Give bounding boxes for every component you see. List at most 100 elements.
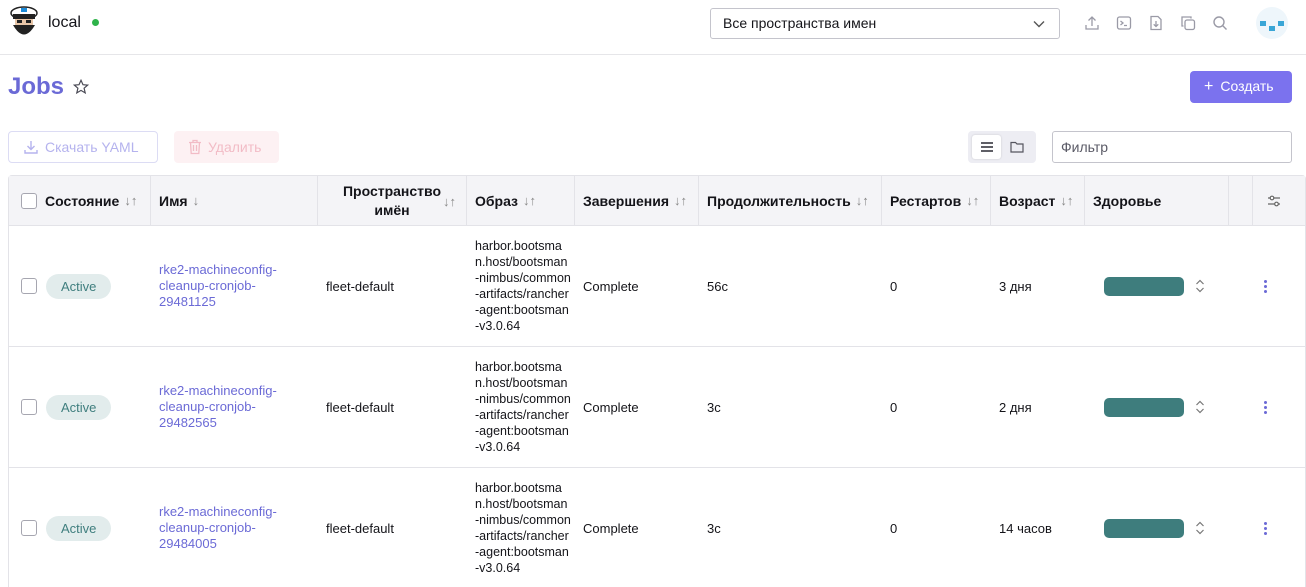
download-icon [24, 141, 38, 154]
job-name-link[interactable]: rke2-machineconfig-cleanup-cronjob- 29484… [159, 504, 277, 552]
expand-chevron-icon[interactable] [1195, 468, 1205, 587]
download-file-icon[interactable] [1148, 15, 1164, 31]
row-restarts: 0 [890, 399, 898, 415]
row-health-cell [1104, 347, 1184, 467]
kebab-menu-icon[interactable] [1264, 520, 1268, 537]
kebab-menu-icon[interactable] [1264, 278, 1268, 295]
row-namespace: fleet-default [326, 278, 394, 294]
upload-icon[interactable] [1084, 15, 1100, 31]
column-restarts[interactable]: Рестартов ↓↑ [881, 176, 990, 225]
row-restarts: 0 [890, 278, 898, 294]
column-namespace-label-2: имён [374, 201, 410, 218]
captain-logo-icon[interactable] [8, 4, 40, 42]
column-name[interactable]: Имя ↓ [150, 176, 317, 225]
column-settings-icon[interactable] [1267, 194, 1281, 208]
user-avatar[interactable] [1256, 7, 1288, 39]
row-image-cell: harbor.bootsman.host/bootsman-nimbus/com… [475, 468, 571, 587]
search-icon[interactable] [1212, 15, 1228, 31]
row-duration: 56с [707, 278, 728, 294]
sort-icon: ↓↑ [523, 193, 537, 208]
row-image-cell: harbor.bootsman.host/bootsman-nimbus/com… [475, 347, 571, 467]
favorite-star-icon[interactable] [73, 79, 89, 95]
status-badge: Active [46, 394, 112, 420]
download-yaml-button[interactable]: Скачать YAML [8, 131, 158, 163]
column-settings[interactable] [1252, 176, 1306, 225]
job-name-link[interactable]: rke2-machineconfig-cleanup-cronjob- 29482… [159, 383, 277, 431]
create-button[interactable]: + Создать [1190, 71, 1292, 103]
column-name-label: Имя [159, 192, 188, 209]
row-age: 2 дня [999, 399, 1032, 415]
namespace-select-value: Все пространства имен [723, 15, 877, 31]
list-view-button[interactable] [972, 135, 1001, 159]
sort-icon: ↓↑ [443, 194, 456, 209]
column-age-label: Возраст [999, 192, 1056, 209]
sort-icon: ↓↑ [966, 193, 980, 208]
sort-icon: ↓↑ [124, 193, 138, 208]
row-age: 3 дня [999, 278, 1032, 294]
jobs-table: Состояние ↓↑ Имя ↓ Пространство имён ↓↑ Об… [8, 175, 1306, 587]
row-actions-menu[interactable] [1264, 347, 1268, 467]
trash-icon [189, 139, 201, 155]
column-health-label: Здоровье [1093, 192, 1162, 209]
sort-icon: ↓↑ [855, 193, 869, 208]
row-select-checkbox[interactable] [21, 468, 37, 587]
column-image[interactable]: Образ ↓↑ [466, 176, 574, 225]
sort-icon: ↓↑ [674, 193, 688, 208]
copy-icon[interactable] [1180, 15, 1196, 31]
expand-chevron-icon[interactable] [1195, 347, 1205, 467]
status-badge: Active [46, 515, 112, 541]
list-icon [981, 142, 993, 152]
table-body: Active rke2-machineconfig-cleanup-cronjo… [9, 226, 1305, 587]
status-badge: Active [46, 273, 112, 299]
row-health-cell [1104, 468, 1184, 587]
row-select-checkbox[interactable] [21, 347, 37, 467]
row-actions-menu[interactable] [1264, 468, 1268, 587]
column-image-label: Образ [475, 192, 519, 209]
column-duration-label: Продолжительность [707, 192, 851, 209]
row-duration: 3с [707, 399, 721, 415]
chevron-down-icon [1033, 21, 1045, 28]
cluster-status-dot [92, 19, 99, 26]
column-completions[interactable]: Завершения ↓↑ [574, 176, 698, 225]
health-bar [1104, 397, 1184, 417]
column-restarts-label: Рестартов [890, 192, 962, 209]
column-state-label: Состояние [45, 192, 120, 209]
plus-icon: + [1204, 78, 1214, 95]
group-view-button[interactable] [1003, 135, 1032, 159]
row-restarts: 0 [890, 520, 898, 536]
select-all-checkbox[interactable] [21, 192, 37, 209]
column-namespace[interactable]: Пространство имён ↓↑ [317, 176, 466, 225]
delete-button[interactable]: Удалить [174, 131, 279, 163]
table-row: Active rke2-machineconfig-cleanup-cronjo… [9, 347, 1305, 468]
filter-input[interactable] [1052, 131, 1292, 163]
terminal-icon[interactable] [1116, 15, 1132, 31]
row-image-cell: harbor.bootsman.host/bootsman-nimbus/com… [475, 226, 571, 346]
table-row: Active rke2-machineconfig-cleanup-cronjo… [9, 468, 1305, 587]
row-image: harbor.bootsman.host/bootsman-nimbus/com… [475, 239, 571, 333]
row-completions: Complete [583, 399, 639, 415]
row-name-cell: rke2-machineconfig-cleanup-cronjob- 29484… [159, 468, 309, 587]
row-age: 14 часов [999, 520, 1052, 536]
top-header: local Все пространства имен [0, 0, 1306, 55]
health-bar [1104, 276, 1184, 296]
cluster-name: local [48, 14, 81, 31]
row-state-cell: Active [46, 347, 112, 467]
folder-icon [1010, 141, 1024, 153]
sort-down-icon: ↓ [192, 193, 200, 208]
expand-chevron-icon[interactable] [1195, 226, 1205, 346]
row-actions-menu[interactable] [1264, 226, 1268, 346]
row-duration: 3с [707, 520, 721, 536]
delete-label: Удалить [208, 139, 262, 155]
row-select-checkbox[interactable] [21, 226, 37, 346]
view-toggle [968, 131, 1036, 163]
kebab-menu-icon[interactable] [1264, 399, 1268, 416]
table-row: Active rke2-machineconfig-cleanup-cronjo… [9, 226, 1305, 347]
namespace-select[interactable]: Все пространства имен [710, 8, 1060, 39]
column-age[interactable]: Возраст ↓↑ [990, 176, 1084, 225]
job-name-link[interactable]: rke2-machineconfig-cleanup-cronjob- 29481… [159, 262, 277, 310]
row-image: harbor.bootsman.host/bootsman-nimbus/com… [475, 481, 571, 575]
column-duration[interactable]: Продолжительность ↓↑ [698, 176, 881, 225]
column-completions-label: Завершения [583, 192, 670, 209]
sort-icon: ↓↑ [1060, 193, 1074, 208]
column-state[interactable]: Состояние ↓↑ [9, 176, 150, 225]
